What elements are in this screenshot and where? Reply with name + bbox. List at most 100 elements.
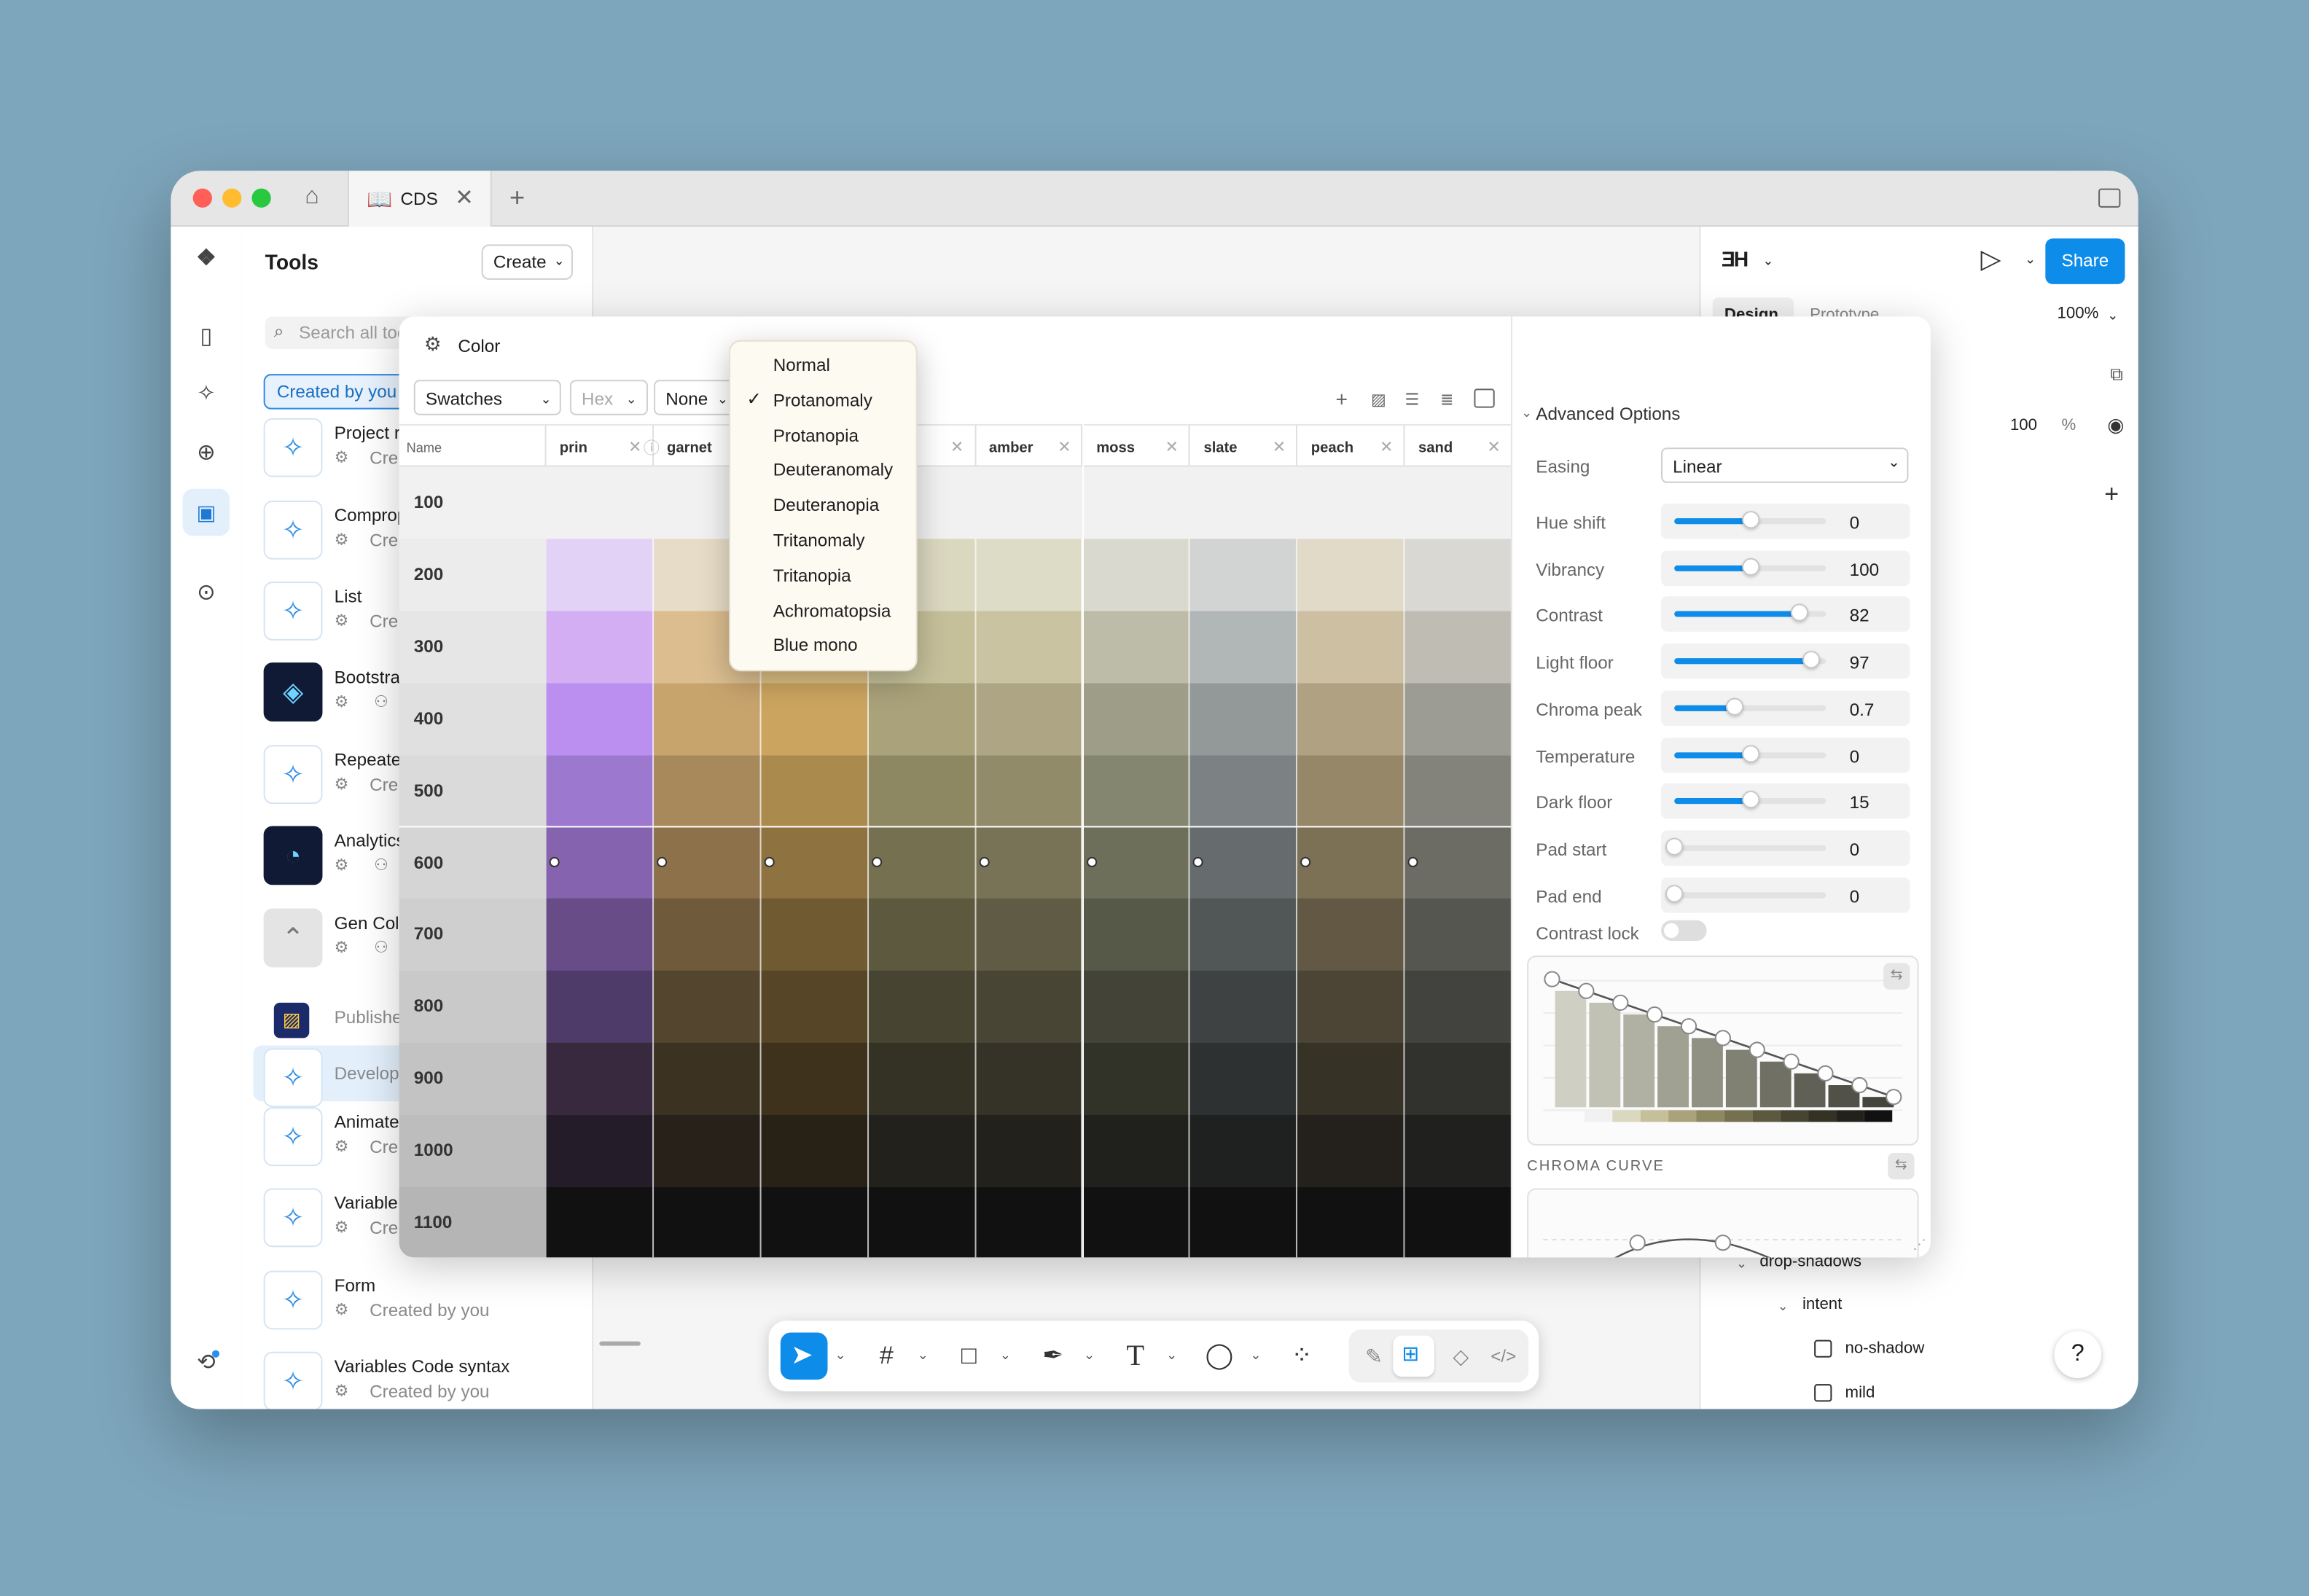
param-slider[interactable] — [1674, 791, 1827, 809]
swatch-cell[interactable] — [975, 971, 1083, 1043]
easing-select[interactable]: Linear ⌄ — [1661, 447, 1909, 483]
curve-point[interactable] — [1851, 1076, 1868, 1094]
swatch-cell[interactable] — [1083, 611, 1191, 683]
chroma-curve-chart[interactable] — [1528, 1189, 1917, 1258]
tool-name[interactable]: Repeate — [335, 749, 402, 770]
swatch-cell[interactable] — [1404, 899, 1513, 971]
sparkle-tile[interactable]: ✧ — [263, 1351, 323, 1409]
remove-column-icon[interactable]: ✕ — [1273, 437, 1286, 456]
file-icon[interactable]: ▯ — [192, 322, 221, 351]
swatch-cell[interactable] — [1297, 1042, 1405, 1115]
play-icon[interactable]: ▷ — [1980, 244, 2001, 275]
swatch-cell[interactable] — [1297, 539, 1405, 611]
swatch-cell[interactable] — [761, 899, 869, 971]
swatch-cell[interactable] — [975, 1186, 1083, 1258]
swatch-cell[interactable] — [761, 1114, 869, 1187]
lightness-curve-editor[interactable]: ⇆ — [1527, 955, 1919, 1146]
swatch-cell[interactable] — [868, 971, 976, 1043]
remove-column-icon[interactable]: ✕ — [1058, 437, 1071, 456]
param-value[interactable]: 0.7 — [1850, 699, 1875, 719]
column-header[interactable]: moss ✕ — [1083, 423, 1191, 467]
param-value[interactable]: 15 — [1850, 792, 1870, 813]
tool-name[interactable]: Gen Colo — [335, 913, 409, 934]
image-icon[interactable]: ▨ — [1371, 390, 1386, 409]
swatch-cell[interactable] — [761, 682, 869, 755]
curve-point[interactable] — [1783, 1053, 1800, 1070]
swatch-cell[interactable] — [546, 466, 654, 539]
param-slider[interactable] — [1674, 744, 1827, 762]
swatch-cell[interactable] — [1190, 1186, 1298, 1258]
resize-handle-icon[interactable]: ⋰ — [1913, 1237, 1926, 1253]
swatch-cell[interactable] — [1190, 611, 1298, 683]
remove-column-icon[interactable]: ✕ — [1165, 437, 1179, 456]
swatch-cell[interactable] — [546, 971, 654, 1043]
zoom-level[interactable]: 100% — [2057, 305, 2098, 322]
new-tab-button[interactable]: + — [509, 184, 525, 211]
swatch-cell[interactable] — [1404, 1186, 1513, 1258]
share-button[interactable]: Share — [2045, 238, 2125, 284]
swatch-cell[interactable] — [1190, 682, 1298, 755]
assets-icon[interactable]: ✧ — [192, 380, 221, 409]
close-window-button[interactable] — [192, 188, 212, 208]
swatch-cell[interactable] — [1297, 682, 1405, 755]
swatch-cell[interactable] — [1190, 1042, 1298, 1115]
param-slider[interactable] — [1674, 511, 1827, 529]
swatch-cell[interactable] — [546, 1042, 654, 1115]
create-button[interactable]: Create ⌄ — [481, 244, 573, 280]
swatch-cell[interactable] — [1297, 754, 1405, 827]
swatch-cell[interactable] — [546, 539, 654, 611]
swatch-cell[interactable] — [1190, 754, 1298, 827]
remove-column-icon[interactable]: ✕ — [1380, 437, 1394, 456]
chevron-down-icon[interactable]: ⌄ — [835, 1347, 846, 1364]
tool-name[interactable]: Analytics — [335, 831, 405, 851]
column-header[interactable]: prin ✕ ⓘ — [546, 423, 660, 467]
remove-column-icon[interactable]: ✕ — [950, 437, 964, 456]
param-slider[interactable] — [1665, 837, 1827, 856]
analytics-tile[interactable]: ◔ — [263, 826, 323, 885]
remove-column-icon[interactable]: ✕ — [628, 437, 642, 456]
swatch-cell[interactable] — [1083, 466, 1191, 539]
swatch-cell[interactable] — [975, 826, 1083, 899]
swatch-cell[interactable] — [1083, 539, 1191, 611]
tree-item[interactable]: no-shadow — [1845, 1340, 1925, 1358]
format-select[interactable]: Hex ⌄ — [569, 380, 648, 415]
plugin-icon[interactable]: ⊙ — [192, 579, 221, 608]
swatch-cell[interactable] — [1190, 971, 1298, 1043]
chevron-up-tile[interactable]: ⌃ — [263, 908, 323, 968]
swatch-cell[interactable] — [546, 899, 654, 971]
chroma-curve-editor[interactable] — [1527, 1188, 1919, 1258]
help-button[interactable]: ? — [2054, 1331, 2102, 1379]
swatch-cell[interactable] — [1083, 1186, 1191, 1258]
swatch-cell[interactable] — [653, 754, 762, 827]
tree-subgroup[interactable]: intent — [1802, 1296, 1842, 1313]
swatch-cell[interactable] — [975, 611, 1083, 683]
swatch-cell[interactable] — [653, 1042, 762, 1115]
slider-knob[interactable] — [1726, 697, 1744, 716]
contrast-lock-toggle[interactable] — [1661, 920, 1707, 942]
swatch-cell[interactable] — [1404, 1042, 1513, 1115]
frame-tool-icon[interactable]: # — [870, 1340, 902, 1372]
swatch-cell[interactable] — [1083, 682, 1191, 755]
stack-tile[interactable]: ◈ — [263, 662, 323, 721]
swatch-cell[interactable] — [868, 682, 976, 755]
add-icon[interactable]: + — [2104, 480, 2119, 509]
curve-point[interactable] — [1817, 1065, 1834, 1081]
tool-name[interactable]: Bootstra — [335, 667, 400, 687]
filter-chip-created-by-you[interactable]: Created by you — [263, 374, 407, 410]
figma-logo-icon[interactable]: ❖ — [192, 244, 221, 273]
reset-chroma-icon[interactable]: ⇆ — [1888, 1152, 1915, 1180]
swatch-cell[interactable] — [1297, 826, 1405, 899]
sparkle-tile[interactable]: ✧ — [263, 1048, 323, 1108]
lightness-curve-chart[interactable] — [1528, 957, 1917, 1144]
tool-name[interactable]: Form — [335, 1275, 376, 1296]
chevron-down-icon[interactable]: ⌄ — [1166, 1347, 1177, 1364]
swatch-cell[interactable] — [653, 826, 762, 899]
curve-point[interactable] — [1749, 1041, 1765, 1058]
swatch-cell[interactable] — [546, 1114, 654, 1187]
chevron-down-icon[interactable]: ⌄ — [1000, 1347, 1011, 1364]
swatch-cell[interactable] — [1083, 754, 1191, 827]
slider-knob[interactable] — [1741, 558, 1759, 576]
param-value[interactable]: 100 — [1850, 559, 1879, 579]
column-header[interactable]: amber ✕ — [975, 423, 1083, 467]
chevron-down-icon[interactable]: ⌄ — [1084, 1347, 1095, 1364]
